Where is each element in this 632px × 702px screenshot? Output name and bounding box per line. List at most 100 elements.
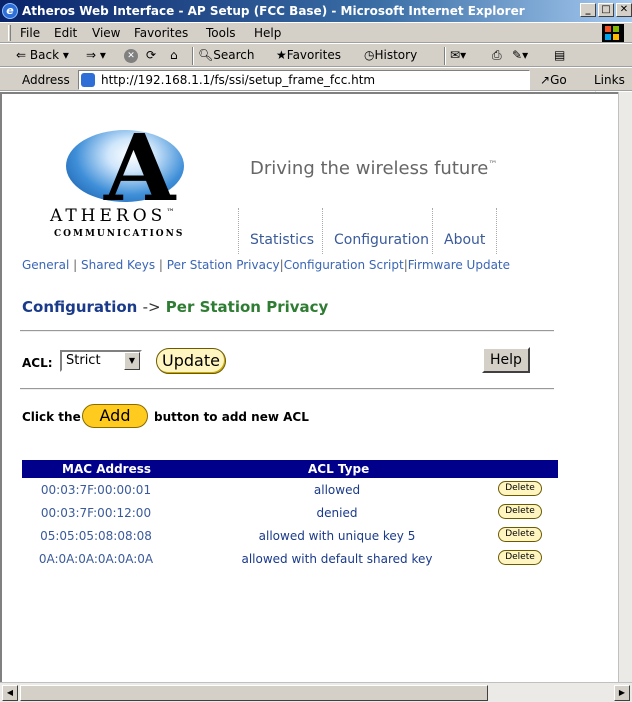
print-icon: ⎙ [492,48,502,62]
refresh-button[interactable]: ⟳ [146,48,156,62]
acl-type: allowed with default shared key [241,552,433,566]
nav-statistics[interactable]: Statistics [250,232,314,248]
nav-configuration[interactable]: Configuration [334,232,429,248]
table-row: 0A:0A:0A:0A:0A:0A allowed with default s… [22,547,558,570]
acl-type: allowed [313,483,361,497]
go-button[interactable]: ↗Go [540,73,567,87]
breadcrumb-page: Per Station Privacy [165,298,329,316]
add-instruction-prefix: Click the [22,410,81,424]
toolbar-grip [8,25,11,41]
back-button[interactable]: ⇐ Back ▾ [16,48,69,62]
window-titlebar: e Atheros Web Interface - AP Setup (FCC … [0,0,632,22]
address-input[interactable]: http://192.168.1.1/fs/ssi/setup_frame_fc… [78,70,530,90]
chevron-down-icon[interactable]: ▼ [124,352,140,370]
table-row: 05:05:05:08:08:08 allowed with unique ke… [22,524,558,547]
config-subnav: General | Shared Keys | Per Station Priv… [22,258,511,272]
page-icon [81,73,95,87]
subnav-per-station-privacy[interactable]: Per Station Privacy [167,258,280,272]
refresh-icon: ⟳ [146,48,157,62]
stop-icon: ✕ [124,48,138,63]
add-button[interactable]: Add [82,404,148,428]
subnav-shared-keys[interactable]: Shared Keys [81,258,155,272]
table-header: MAC Address ACL Type [22,460,558,478]
delete-button[interactable]: Delete [498,504,542,519]
horizontal-scrollbar[interactable]: ◀ ▶ [0,682,632,702]
standard-toolbar: ⇐ Back ▾ ⇒ ▾ ✕ ⟳ ⌂ 🔍︎Search ★Favorites ◷… [0,43,632,67]
nav-separator [496,208,497,254]
delete-button[interactable]: Delete [498,550,542,565]
favorites-button[interactable]: ★Favorites [276,48,341,62]
mac-address: 00:03:7F:00:00:01 [40,483,152,497]
toolbar-separator [444,47,446,65]
mac-address: 00:03:7F:00:12:00 [40,506,152,520]
history-icon: ◷ [364,48,375,62]
update-button[interactable]: Update [156,348,226,374]
edit-button[interactable]: ✎▾ [512,48,528,62]
nav-about[interactable]: About [444,232,485,248]
delete-button[interactable]: Delete [498,481,542,496]
brand-subtitle: COMMUNICATIONS [54,229,185,239]
menu-favorites[interactable]: Favorites [134,26,188,40]
breadcrumb-arrow: -> [142,298,161,316]
ie-logo-icon: e [2,3,18,19]
edit-icon: ✎ [512,48,523,62]
print-button[interactable]: ⎙ [492,48,502,63]
window-title: Atheros Web Interface - AP Setup (FCC Ba… [22,4,525,18]
breadcrumb: Configuration -> Per Station Privacy [22,298,328,316]
scrollbar-thumb[interactable] [20,685,488,701]
forward-arrow-icon: ⇒ [86,48,97,62]
favorites-icon: ★ [276,48,287,62]
go-arrow-icon: ↗ [540,73,551,87]
header-mac-address: MAC Address [62,462,152,476]
home-icon: ⌂ [170,48,178,62]
history-button[interactable]: ◷History [364,48,417,62]
subnav-general[interactable]: General [22,258,69,272]
page-viewport: A ATHEROS™ COMMUNICATIONS Driving the wi… [0,92,618,682]
atheros-logo-a: A [104,114,176,222]
menu-view[interactable]: View [92,26,120,40]
mail-icon: ✉ [450,48,461,62]
table-row: 00:03:7F:00:00:01 allowed Delete [22,478,558,501]
scroll-left-icon[interactable]: ◀ [2,685,18,701]
nav-separator [432,208,433,254]
menu-edit[interactable]: Edit [54,26,77,40]
acl-table: MAC Address ACL Type 00:03:7F:00:00:01 a… [22,460,558,570]
discuss-button[interactable]: ▤ [554,48,565,62]
discuss-icon: ▤ [554,48,566,62]
address-label: Address [22,73,70,87]
nav-separator [322,208,323,254]
stop-button[interactable]: ✕ [124,48,138,63]
menu-file[interactable]: File [20,26,40,40]
maximize-icon[interactable]: □ [598,3,614,17]
forward-button[interactable]: ⇒ ▾ [86,48,106,62]
toolbar-separator [192,47,194,65]
delete-button[interactable]: Delete [498,527,542,542]
acl-select[interactable]: Strict ▼ [60,350,142,372]
mail-button[interactable]: ✉▾ [450,48,466,62]
menu-help[interactable]: Help [254,26,281,40]
breadcrumb-section: Configuration [22,298,138,316]
home-button[interactable]: ⌂ [170,48,178,62]
add-instruction-suffix: button to add new ACL [154,410,309,424]
help-button[interactable]: Help [482,347,530,373]
menu-tools[interactable]: Tools [206,26,236,40]
mac-address: 0A:0A:0A:0A:0A:0A [38,552,154,566]
search-button[interactable]: 🔍︎Search [198,48,254,62]
divider [20,330,554,332]
window-controls: _ □ ✕ [580,3,632,17]
subnav-firmware-update[interactable]: Firmware Update [408,258,510,272]
vertical-scrollbar[interactable] [618,92,632,682]
divider [20,388,554,390]
acl-type: allowed with unique key 5 [258,529,416,543]
subnav-configuration-script[interactable]: Configuration Script [284,258,404,272]
address-bar: Address http://192.168.1.1/fs/ssi/setup_… [0,67,632,101]
acl-label: ACL: [22,356,53,370]
close-icon[interactable]: ✕ [616,3,632,17]
windows-logo-icon [602,24,624,42]
mac-address: 05:05:05:08:08:08 [40,529,152,543]
minimize-icon[interactable]: _ [580,3,596,17]
header-acl-type: ACL Type [308,462,370,476]
acl-type: denied [316,506,358,520]
scroll-right-icon[interactable]: ▶ [614,685,630,701]
menu-bar: File Edit View Favorites Tools Help [0,22,632,43]
